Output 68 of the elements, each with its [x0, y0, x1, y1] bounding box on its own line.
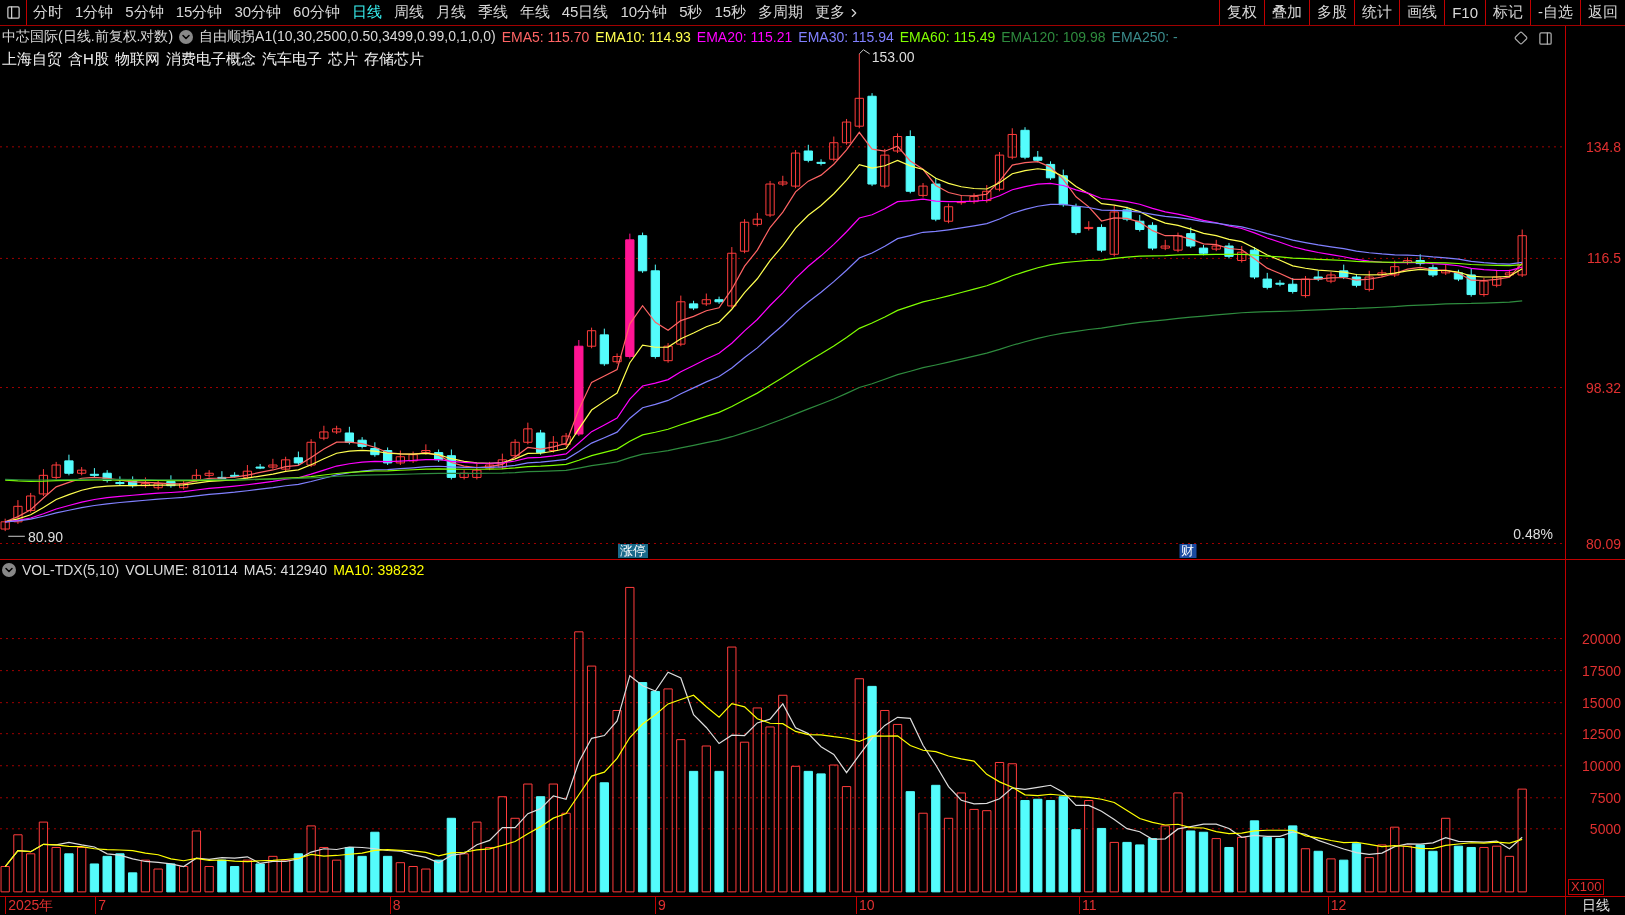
chevron-down-icon[interactable] [179, 30, 194, 44]
chevron-down-icon[interactable] [2, 563, 16, 577]
change-percent: 0.48% [1513, 526, 1553, 543]
concept-tag: 汽车电子 [261, 50, 322, 69]
period-tab[interactable]: 周线 [387, 0, 430, 25]
price-tick-label: 116.5 [1587, 250, 1621, 267]
concept-tag: 含H股 [68, 50, 109, 69]
period-tab[interactable]: 日线 [345, 0, 388, 25]
high-price-label: 153.00 [871, 49, 915, 65]
period-tab[interactable]: 5秒 [673, 0, 709, 25]
ema-reading: EMA120: 109.98 [1001, 29, 1106, 45]
price-tick-label: 80.09 [1585, 535, 1621, 552]
concept-tag: 上海自贸 [2, 50, 62, 69]
concept-tag: 消费电子概念 [165, 50, 256, 69]
date-label: 10 [856, 897, 875, 914]
stock-title: 中芯国际(日线.前复权.对数) [2, 28, 174, 46]
indicator-title: VOL-TDX(5,10) [22, 562, 120, 578]
period-tab[interactable]: 30分钟 [228, 0, 288, 25]
period-tab[interactable]: 10分钟 [614, 0, 674, 25]
period-tab[interactable]: 月线 [429, 0, 472, 25]
volume-reading: VOLUME: 810114 [125, 562, 238, 578]
period-tab[interactable]: 分时 [27, 0, 69, 25]
date-label: 2025年 [5, 897, 54, 914]
date-label: 11 [1078, 897, 1097, 914]
period-tab[interactable]: 15分钟 [169, 0, 229, 25]
unit-label: X100 [1568, 879, 1605, 895]
price-tick-label: 134.8 [1585, 138, 1621, 155]
period-tab[interactable]: 60分钟 [287, 0, 346, 25]
ema-reading: EMA30: 115.94 [798, 29, 894, 45]
period-tab[interactable]: 15秒 [708, 0, 753, 25]
low-price-label: 80.90 [27, 529, 63, 546]
leader-line [7, 535, 26, 537]
period-tab[interactable]: 5分钟 [119, 0, 170, 25]
volume-tick-label: 5000 [1589, 820, 1621, 837]
date-label: 12 [1327, 897, 1347, 914]
volume-tick-label: 20000 [1582, 630, 1621, 647]
date-label: 7 [95, 897, 107, 914]
period-tab[interactable]: 多周期 [752, 0, 810, 25]
volume-tick-label: 10000 [1582, 757, 1621, 774]
period-tab[interactable]: 年线 [513, 0, 556, 25]
ema-reading: EMA10: 114.93 [595, 29, 691, 45]
volume-reading: MA10: 398232 [333, 562, 425, 578]
date-label: 8 [389, 897, 401, 914]
date-label: 9 [655, 897, 666, 914]
event-marker[interactable]: 财 [1179, 544, 1197, 558]
formula-text: 自由顺拐A1(10,30,2500,0.50,3499,0.99,0,1,0,0) [199, 28, 496, 46]
ema-reading: EMA250: - [1111, 29, 1178, 45]
period-tab[interactable]: 1分钟 [69, 0, 120, 25]
volume-tick-label: 17500 [1582, 662, 1621, 679]
concept-tag: 芯片 [327, 50, 358, 69]
ema-reading: EMA20: 115.21 [696, 29, 793, 45]
panel-icon[interactable] [1538, 31, 1553, 46]
volume-tick-label: 15000 [1582, 694, 1621, 711]
leader-line [858, 49, 871, 55]
concept-tag: 存储芯片 [363, 50, 424, 69]
period-label: 日线 [1581, 897, 1610, 915]
period-tab[interactable]: 季线 [471, 0, 514, 25]
volume-tick-label: 12500 [1582, 725, 1621, 742]
diamond-icon[interactable] [1514, 31, 1528, 45]
concept-tag: 物联网 [114, 50, 160, 69]
price-tick-label: 98.32 [1585, 379, 1621, 396]
more-button[interactable]: 更多 [809, 0, 868, 25]
ema-reading: EMA5: 115.70 [501, 29, 590, 45]
period-tab[interactable]: 45日线 [555, 0, 615, 25]
event-marker[interactable]: 涨停 [618, 544, 649, 558]
volume-reading: MA5: 412940 [243, 562, 328, 578]
ema-reading: EMA60: 115.49 [899, 29, 996, 45]
volume-tick-label: 7500 [1589, 789, 1621, 806]
